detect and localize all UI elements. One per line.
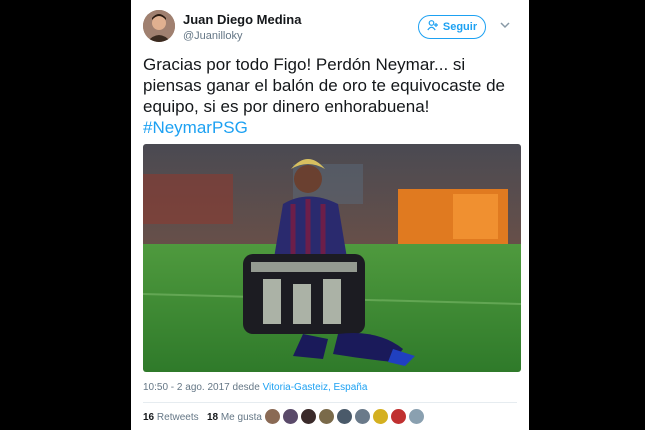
chevron-down-icon[interactable]: [498, 18, 512, 32]
liker-avatar[interactable]: [319, 409, 334, 424]
tweet-timestamp[interactable]: 10:50 - 2 ago. 2017: [143, 382, 230, 393]
add-user-icon: [427, 20, 439, 34]
liker-avatar[interactable]: [391, 409, 406, 424]
tweet-text: Gracias por todo Figo! Perdón Neymar... …: [143, 54, 523, 138]
liker-avatar[interactable]: [283, 409, 298, 424]
like-label[interactable]: Me gusta: [221, 412, 262, 423]
user-handle[interactable]: @Juanilloky: [183, 30, 242, 42]
follow-label: Seguir: [442, 21, 478, 33]
retweet-label[interactable]: Retweets: [157, 412, 199, 423]
avatar[interactable]: [143, 10, 175, 42]
tweet-card: Juan Diego Medina @Juanilloky Seguir Gra…: [131, 0, 529, 430]
liker-avatar[interactable]: [337, 409, 352, 424]
liker-avatar[interactable]: [373, 409, 388, 424]
follow-button[interactable]: Seguir: [418, 15, 486, 39]
liker-avatar[interactable]: [265, 409, 280, 424]
retweet-count[interactable]: 16: [143, 412, 154, 423]
like-count[interactable]: 18: [207, 412, 218, 423]
hashtag-link[interactable]: #NeymarPSG: [143, 117, 523, 138]
tweet-location[interactable]: Vitoria-Gasteiz, España: [263, 382, 368, 393]
tweet-stats: 16 Retweets 18 Me gusta: [143, 412, 262, 423]
tweet-photo[interactable]: [143, 144, 521, 372]
liker-avatar[interactable]: [301, 409, 316, 424]
liker-avatar[interactable]: [355, 409, 370, 424]
tweet-meta: 10:50 - 2 ago. 2017 desde Vitoria-Gastei…: [143, 382, 367, 393]
liker-avatars: [265, 409, 424, 424]
player-photo: [143, 144, 521, 372]
meta-from: desde: [232, 382, 260, 393]
liker-avatar[interactable]: [409, 409, 424, 424]
tweet-body: Gracias por todo Figo! Perdón Neymar... …: [143, 55, 505, 116]
divider: [143, 402, 517, 403]
user-name[interactable]: Juan Diego Medina: [183, 12, 301, 27]
avatar-image: [143, 10, 175, 42]
